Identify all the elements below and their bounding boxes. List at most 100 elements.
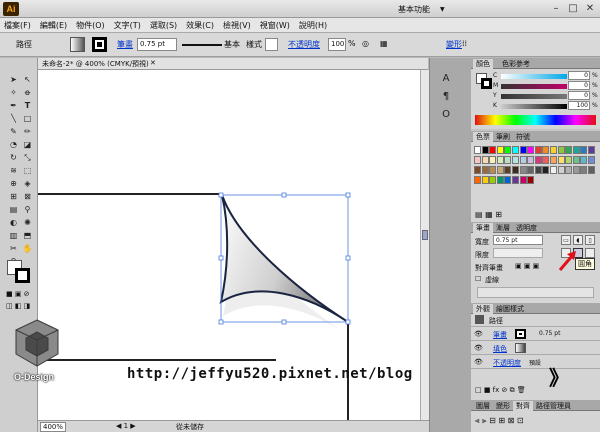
brush-definition-select[interactable]: 基本	[224, 39, 240, 50]
symbol-sprayer-tool-icon[interactable]: ✺	[22, 217, 33, 228]
blob-brush-tool-icon[interactable]: ◔	[8, 139, 19, 150]
swatch-cell[interactable]	[527, 166, 535, 174]
bevel-join-button[interactable]	[585, 248, 595, 258]
workspace-switcher[interactable]: 基本功能	[398, 4, 430, 15]
slice-tool-icon[interactable]: ✂	[8, 243, 19, 254]
menu-window[interactable]: 視窗(W)	[260, 20, 290, 31]
lasso-tool-icon[interactable]: ꝋ	[22, 87, 33, 98]
scale-tool-icon[interactable]: ⤡	[22, 152, 33, 163]
menu-edit[interactable]: 編輯(E)	[40, 20, 67, 31]
swatch-cell[interactable]	[496, 166, 504, 174]
swatch-cell[interactable]	[557, 166, 565, 174]
dash-gap-fields[interactable]	[477, 287, 594, 298]
scroll-thumb[interactable]	[422, 230, 428, 240]
visibility-eye-icon[interactable]: 👁	[474, 358, 483, 366]
swatch-cell[interactable]	[557, 156, 565, 164]
appearance-object-row[interactable]: 路徑	[471, 314, 600, 327]
tab-graphic-styles[interactable]: 繪圖樣式	[493, 304, 527, 314]
eraser-tool-icon[interactable]: ◪	[22, 139, 33, 150]
channel-k-value[interactable]: 100	[568, 101, 590, 110]
swatch-cell[interactable]	[580, 146, 588, 154]
tab-brushes[interactable]: 筆刷	[493, 132, 513, 142]
swatch-cell[interactable]	[572, 146, 580, 154]
tab-color[interactable]: 顏色	[473, 59, 493, 69]
menu-object[interactable]: 物件(O)	[76, 20, 105, 31]
close-tab-icon[interactable]: ✕	[150, 59, 156, 67]
swatch-cell[interactable]	[572, 156, 580, 164]
swatch-cell[interactable]	[504, 156, 512, 164]
swatch-cell[interactable]	[550, 146, 557, 154]
swatch-cell[interactable]	[527, 156, 535, 164]
type-tool-icon[interactable]: T	[22, 100, 33, 111]
stroke-weight-input[interactable]: 0.75 pt	[493, 235, 543, 245]
swatch-cell[interactable]	[550, 156, 557, 164]
align-options-icon[interactable]: ⁞⁞	[462, 39, 467, 48]
tab-transform[interactable]: 變形	[493, 401, 513, 411]
minimize-button[interactable]: –	[548, 1, 564, 16]
projecting-cap-button[interactable]: ▯	[585, 235, 595, 245]
tab-gradient[interactable]: 漸層	[493, 223, 513, 233]
stroke-label[interactable]: 筆畫	[117, 39, 133, 50]
artboard-nav-icon[interactable]: ◀ 1 ▶	[116, 422, 136, 430]
menu-help[interactable]: 說明(H)	[299, 20, 327, 31]
draw-mode-icons[interactable]: ◫ ◧ ◨	[6, 302, 30, 310]
swatch-cell[interactable]	[565, 146, 573, 154]
maximize-button[interactable]: □	[565, 1, 581, 16]
stroke-color-box[interactable]	[15, 268, 30, 283]
align-stroke-buttons[interactable]: ▣ ▣ ▣	[515, 262, 539, 270]
appearance-opacity-row[interactable]: 👁 不透明度 預設	[471, 356, 600, 369]
artboard-tool-icon[interactable]: ⬒	[22, 230, 33, 241]
close-button[interactable]: ✕	[582, 1, 598, 16]
swatch-cell[interactable]	[519, 166, 527, 174]
swatch-cell[interactable]	[512, 146, 519, 154]
swatch-cell[interactable]	[489, 176, 497, 184]
channel-y-slider[interactable]	[501, 94, 567, 99]
style-swatch[interactable]	[265, 38, 278, 51]
swatch-cell[interactable]	[504, 166, 512, 174]
document-tab[interactable]: 未命名-2* @ 400% (CMYK/預視) ✕	[38, 58, 428, 70]
swatch-cell[interactable]	[519, 156, 527, 164]
swatch-cell[interactable]	[496, 176, 504, 184]
opacity-label[interactable]: 不透明度	[288, 39, 320, 50]
swatch-cell[interactable]	[481, 156, 489, 164]
appearance-stroke-row[interactable]: 👁 筆畫 0.75 pt	[471, 328, 600, 341]
swatch-cell[interactable]	[489, 166, 497, 174]
warp-tool-icon[interactable]: ≋	[8, 165, 19, 176]
swatch-cell[interactable]	[489, 156, 497, 164]
menu-select[interactable]: 選取(S)	[150, 20, 177, 31]
miter-limit-input[interactable]	[493, 248, 543, 258]
swatch-cell[interactable]	[580, 156, 588, 164]
swatch-cell[interactable]	[588, 156, 595, 164]
swatch-cell[interactable]	[527, 146, 535, 154]
color-spectrum[interactable]	[475, 115, 596, 125]
recolor-icon[interactable]: ◎	[362, 39, 369, 48]
blend-tool-icon[interactable]: ◐	[8, 217, 19, 228]
color-stroke-box[interactable]	[481, 78, 492, 89]
round-cap-button[interactable]: ◖	[573, 235, 583, 245]
rotate-tool-icon[interactable]: ↻	[8, 152, 19, 163]
butt-cap-button[interactable]: ▭	[561, 235, 571, 245]
gradient-tool-icon[interactable]: ▤	[8, 204, 19, 215]
channel-c-value[interactable]: 0	[568, 71, 590, 80]
swatch-cell[interactable]	[588, 146, 595, 154]
tab-color-guide[interactable]: 色彩參考	[499, 59, 533, 69]
swatch-cell[interactable]	[519, 146, 527, 154]
menu-effect[interactable]: 效果(C)	[186, 20, 214, 31]
swatch-cell[interactable]	[489, 146, 497, 154]
live-paint-tool-icon[interactable]: ◈	[22, 178, 33, 189]
rectangle-tool-icon[interactable]: □	[22, 113, 33, 124]
channel-c-slider[interactable]	[501, 74, 567, 79]
appearance-stroke-swatch[interactable]	[515, 329, 526, 339]
paragraph-panel-icon[interactable]: ¶	[438, 90, 454, 104]
appearance-fill-label[interactable]: 填色	[493, 344, 507, 354]
swatch-cell[interactable]	[580, 166, 588, 174]
pencil-tool-icon[interactable]: ✏	[22, 126, 33, 137]
opentype-panel-icon[interactable]: O	[438, 108, 454, 122]
swatch-cell[interactable]	[481, 166, 489, 174]
tab-appearance[interactable]: 外觀	[473, 304, 493, 314]
tab-layers[interactable]: 圖層	[473, 401, 493, 411]
dashed-line-checkbox[interactable]: ☐	[475, 275, 481, 283]
swatch-cell[interactable]	[542, 166, 550, 174]
swatch-cell[interactable]	[534, 166, 542, 174]
visibility-eye-icon[interactable]: 👁	[474, 330, 483, 338]
